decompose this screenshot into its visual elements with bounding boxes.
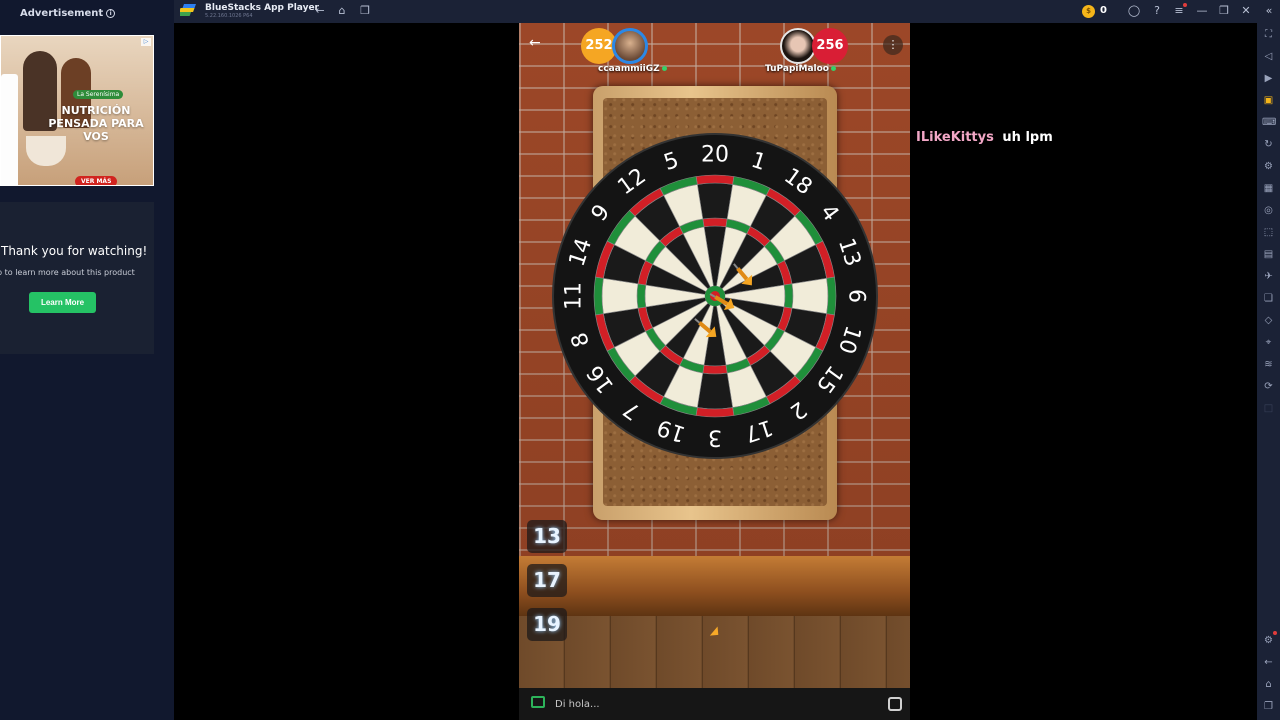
board-segment [791,277,829,315]
online-status-icon [831,66,836,71]
board-segment [696,372,734,410]
player-left-name: ccaammiiGZ [598,64,667,74]
volume-icon[interactable]: ◁ [1262,50,1275,63]
right-toolbar: ⛶ ◁ ▶ ▣ ⌨ ↻ ⚙ ▦ ◎ ⬚ ▤ ✈ ❏ ◇ ⌖ ≋ ⟳ □ ⚙ ← … [1257,23,1280,720]
dartboard[interactable]: 20 11841361015217319716811149125 [552,133,878,459]
media-icon[interactable]: ▤ [1262,248,1275,261]
game-screen[interactable]: 20 1 18 4 13 6 10 15 2 17 3 19 7 16 8 11 14 9 12 5 ← 252 cc… [519,23,910,720]
refresh-icon[interactable]: ⟳ [1262,380,1275,393]
learn-more-button[interactable]: Learn More [29,292,96,313]
player-right-name-text: TuPapiMaloo [765,64,829,74]
back-arrow-icon[interactable]: ← [529,35,541,51]
more-options-icon[interactable]: ⋮ [883,35,903,55]
macro-icon[interactable]: ⚙ [1262,160,1275,173]
account-icon[interactable]: ◯ [1127,4,1141,18]
thanks-title: Thank you for watching! [1,244,148,258]
throw-score-1: 13 [527,520,567,553]
overlay-chat-user: ILikeKittys [916,130,994,145]
double-ring-segment [826,276,837,316]
treble-ring-segment [702,217,728,228]
chat-input[interactable] [555,694,875,714]
treble-ring-segment [783,283,794,309]
home-icon[interactable]: ⌂ [335,4,349,18]
treble-ring-segment [702,364,728,375]
multi-instance-icon[interactable]: ❐ [358,4,372,18]
treble-ring-segment [636,283,647,309]
minimize-icon[interactable]: — [1195,4,1209,18]
milk-bottle-image [1,74,18,185]
overlay-chat-text: uh lpm [1002,130,1053,145]
top-hud: ← 252 ccaammiiGZ 256 TuPapiMaloo ⋮ [519,23,910,78]
chat-icon[interactable] [531,696,545,708]
settings-icon[interactable]: ⚙ [1262,634,1275,647]
collapse-sidebar-icon[interactable]: « [1262,4,1276,18]
coin-icon[interactable]: $ [1082,5,1095,18]
title-bar: BlueStacks App Player 5.22.160.1026 P64 … [174,0,1280,23]
app-version: 5.22.160.1026 P64 [205,13,253,19]
board-segment [696,182,734,220]
screen-record-icon[interactable]: ▶ [1262,72,1275,85]
game-controls-icon[interactable]: ▣ [1262,94,1275,107]
coin-count: 0 [1100,5,1107,16]
ad-header: Advertisement i [20,8,116,19]
sticker-icon[interactable] [888,697,902,711]
board-number: 20 [701,143,729,168]
ad-cta-button[interactable]: VER MÁS [75,176,118,185]
ad-brand-logo: La Serenísima [73,90,124,99]
info-icon[interactable]: i [106,9,116,18]
player-left-avatar[interactable] [612,28,648,64]
overlay-chat-message: ILikeKittys uh lpm [916,130,1053,145]
back-icon[interactable]: ← [313,4,327,18]
keyboard-icon[interactable]: ⌨ [1262,116,1276,129]
erase-icon[interactable]: ◇ [1262,314,1275,327]
board-number: 6 [844,289,869,303]
ad-banner[interactable]: La Serenísima NUTRICIÓN PENSADA PARA VOS… [0,35,154,186]
throw-score-2: 17 [527,564,567,597]
wooden-shelf [519,556,910,616]
fullscreen-icon[interactable]: ⛶ [1262,28,1275,41]
app-title: BlueStacks App Player [205,3,319,13]
player-right-score: 256 [812,28,848,64]
player-right-name: TuPapiMaloo [765,64,836,74]
ad-header-label: Advertisement [20,8,104,19]
chat-bar [519,688,910,720]
help-icon[interactable]: ? [1150,4,1164,18]
double-ring-segment [695,407,735,418]
capture-icon[interactable]: ⬚ [1262,226,1275,239]
thanks-subtitle: p to learn more about this product [0,268,135,277]
back-nav-icon[interactable]: ← [1262,656,1275,669]
board-number: 11 [562,282,587,310]
double-ring-segment [593,276,604,316]
ad-headline: NUTRICIÓN PENSADA PARA VOS [48,104,144,143]
airplane-icon[interactable]: ✈ [1262,270,1275,283]
restore-icon[interactable]: ❐ [1217,4,1231,18]
ad-sidebar: Advertisement i La Serenísima NUTRICIÓN … [0,0,174,720]
throw-score-3: 19 [527,608,567,641]
ad-choices-icon[interactable]: ▷ [141,38,151,46]
copy-icon[interactable]: ❏ [1262,292,1275,305]
bluestacks-logo-icon [180,4,196,16]
screenshot-icon[interactable]: ◎ [1262,204,1275,217]
sync-icon[interactable]: ↻ [1262,138,1275,151]
player-right-avatar[interactable] [780,28,816,64]
location-icon[interactable]: ⌖ [1262,336,1275,349]
layers-icon[interactable]: ≋ [1262,358,1275,371]
board-number: 3 [708,425,722,450]
board-segment [601,277,639,315]
home-nav-icon[interactable]: ⌂ [1262,678,1275,691]
thanks-panel: Thank you for watching! p to learn more … [0,202,154,354]
eco-mode-icon[interactable]: ▦ [1262,182,1275,195]
disabled-icon: □ [1263,403,1274,414]
recent-apps-icon[interactable]: ❐ [1262,700,1275,713]
player-left-name-text: ccaammiiGZ [598,64,660,74]
double-ring-segment [695,174,735,185]
notification-dot [1183,3,1187,7]
online-status-icon [661,66,667,71]
close-icon[interactable]: ✕ [1239,4,1253,18]
settings-notification-dot [1273,631,1277,635]
